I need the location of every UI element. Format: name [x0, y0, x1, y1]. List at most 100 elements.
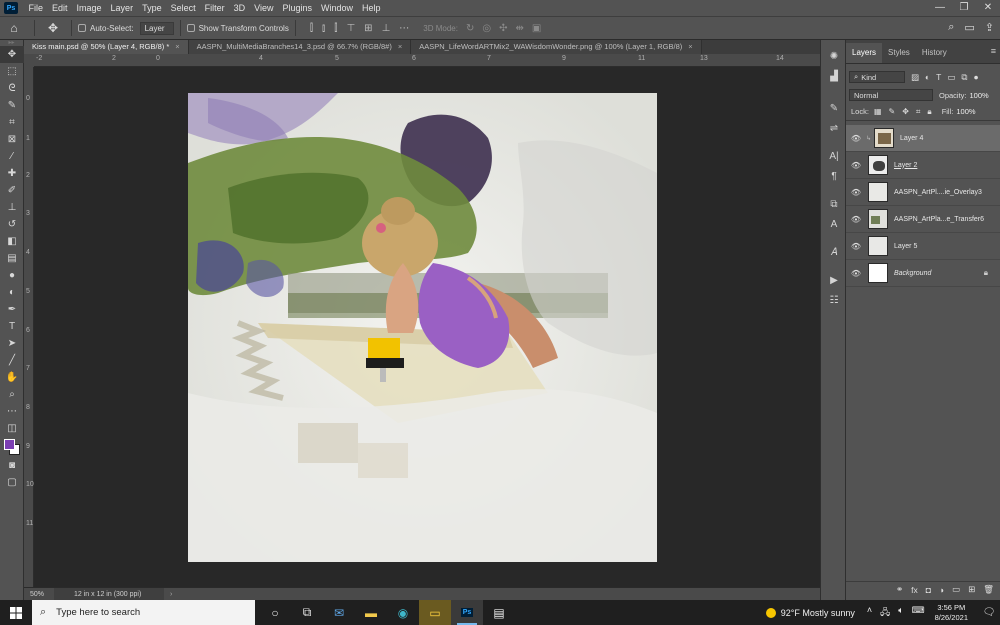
close-window-button[interactable]: ✕	[976, 0, 1000, 16]
minimize-button[interactable]: —	[928, 0, 952, 16]
horizontal-ruler[interactable]: -2 0 2 4 5 6 7 9 11 13 14	[34, 54, 820, 67]
keyboard-icon[interactable]: ⌨︎	[912, 605, 925, 621]
hand-tool-icon[interactable]: ✋	[0, 369, 24, 386]
panel-menu-icon[interactable]: ≡	[991, 46, 996, 56]
tab-kiss-main[interactable]: Kiss main.psd @ 50% (Layer 4, RGB/8) * ×	[24, 40, 189, 54]
layer-name[interactable]: Layer 5	[894, 243, 917, 250]
taskbar-clock[interactable]: 3:56 PM 8/26/2021	[935, 603, 968, 623]
quick-select-tool-icon[interactable]: ✎	[0, 97, 24, 114]
distribute-icon[interactable]: ⋯	[399, 23, 409, 34]
visibility-eye-icon[interactable]: 👁︎	[846, 134, 866, 143]
close-tab-icon[interactable]: ×	[688, 40, 692, 54]
actions-play-icon[interactable]: ▶	[821, 270, 847, 290]
weather-widget[interactable]: 92°F Mostly sunny	[765, 607, 855, 618]
file-explorer-icon[interactable]: ▬	[355, 600, 387, 625]
shape-filter-icon[interactable]: ▭	[947, 72, 955, 83]
kind-filter-dropdown[interactable]: ⌕ Kind	[849, 71, 905, 83]
filter-toggle-icon[interactable]: ●	[973, 72, 978, 83]
align-right-icon[interactable]: ⫿	[334, 23, 337, 34]
path-selection-tool-icon[interactable]: ➤	[0, 335, 24, 352]
tab-styles[interactable]: Styles	[882, 43, 916, 63]
lock-image-icon[interactable]: ✎	[889, 107, 896, 117]
menu-edit[interactable]: Edit	[48, 0, 73, 16]
vertical-ruler[interactable]: 0 1 2 3 4 5 6 7 8 9 10 11	[24, 67, 34, 587]
3d-slide-icon[interactable]: ⇹	[515, 23, 523, 34]
canvas-workspace[interactable]	[34, 67, 820, 587]
layer-row-transfer6[interactable]: 👁︎ AASPN_ArtPla...e_Transfer6	[846, 206, 1000, 233]
menu-view[interactable]: View	[250, 0, 278, 16]
zoom-tool-icon[interactable]: ⌕	[0, 386, 24, 403]
close-tab-icon[interactable]: ×	[175, 40, 179, 54]
opacity-input[interactable]: 100%	[970, 91, 989, 100]
visibility-eye-icon[interactable]: 👁︎	[846, 269, 866, 278]
brush-settings-icon[interactable]: ✎	[821, 98, 847, 118]
photoshop-logo-icon[interactable]: Ps	[4, 2, 18, 14]
zoom-level[interactable]: 50%	[24, 591, 54, 598]
brush-tool-icon[interactable]: ✐	[0, 182, 24, 199]
ruler-corner[interactable]	[24, 54, 34, 67]
document-canvas[interactable]	[188, 93, 657, 562]
clone-source-icon[interactable]: ⧉	[821, 194, 847, 214]
smart-object-filter-icon[interactable]: ⧉	[961, 72, 967, 83]
3d-scale-icon[interactable]: ▣	[532, 23, 541, 34]
visibility-eye-icon[interactable]: 👁︎	[846, 161, 866, 170]
layer-name[interactable]: AASPN_ArtPla...e_Transfer6	[894, 216, 984, 223]
photoshop-taskbar-icon[interactable]: Ps	[451, 600, 483, 625]
tab-multimedia-branches[interactable]: AASPN_MultiMediaBranches14_3.psd @ 66.7%…	[188, 40, 412, 54]
menu-layer[interactable]: Layer	[106, 0, 138, 16]
paragraph-icon[interactable]: ¶	[821, 166, 847, 186]
layer-row-overlay3[interactable]: 👁︎ AASPN_ArtPl....ie_Overlay3	[846, 179, 1000, 206]
layer-row-layer-5[interactable]: 👁︎ Layer 5	[846, 233, 1000, 260]
adjustment-filter-icon[interactable]: ◐	[925, 72, 930, 83]
visibility-eye-icon[interactable]: 👁︎	[846, 242, 866, 251]
quick-mask-icon[interactable]: ◙	[0, 457, 24, 474]
menu-select[interactable]: Select	[166, 0, 200, 16]
tab-lifeword-artmix[interactable]: AASPN_LifeWordARTMix2_WAWisdomWonder.png…	[411, 40, 702, 54]
auto-select-toggle[interactable]: Auto-Select:	[78, 24, 134, 33]
tab-history[interactable]: History	[916, 43, 953, 63]
visibility-eye-icon[interactable]: 👁︎	[846, 188, 866, 197]
layer-name[interactable]: Background	[894, 270, 931, 277]
mail-icon[interactable]: ✉	[323, 600, 355, 625]
status-menu-arrow[interactable]: ›	[170, 591, 172, 598]
clone-stamp-tool-icon[interactable]: ⊥	[0, 199, 24, 216]
show-transform-checkbox[interactable]	[186, 24, 195, 32]
healing-brush-tool-icon[interactable]: ✚	[0, 165, 24, 182]
glyphs-icon[interactable]: 𝐴	[821, 242, 847, 262]
search-icon[interactable]: ⌕	[948, 21, 954, 34]
close-tab-icon[interactable]: ×	[398, 40, 402, 54]
notifications-icon[interactable]: 🗨︎	[978, 607, 1000, 618]
history-brush-tool-icon[interactable]: ↺	[0, 216, 24, 233]
lock-position-icon[interactable]: ✥	[902, 107, 909, 117]
screen-mode-icon[interactable]: ▢	[0, 474, 24, 491]
lock-artboard-icon[interactable]: ⌗	[916, 107, 921, 117]
styles-icon[interactable]: A	[821, 214, 847, 234]
network-icon[interactable]: 🖧︎	[880, 605, 890, 621]
lasso-tool-icon[interactable]: ᘓ	[0, 80, 24, 97]
marquee-tool-icon[interactable]: ⬚	[0, 63, 24, 80]
3d-drag-icon[interactable]: ✣	[499, 23, 507, 34]
dodge-tool-icon[interactable]: ◐	[0, 284, 24, 301]
new-layer-icon[interactable]: ⊞	[968, 584, 975, 595]
default-colors-icon[interactable]: ◫	[0, 420, 24, 437]
cortana-icon[interactable]: ○	[259, 600, 291, 625]
histogram-icon[interactable]: ▟	[821, 66, 847, 86]
move-tool-preset-icon[interactable]: ✥	[41, 21, 65, 35]
frame-tool-icon[interactable]: ⊠	[0, 131, 24, 148]
3d-roll-icon[interactable]: ◎	[482, 23, 491, 34]
show-transform-toggle[interactable]: Show Transform Controls	[186, 24, 289, 33]
3d-rotate-icon[interactable]: ↻	[466, 23, 474, 34]
taskbar-search-input[interactable]: ⌕ Type here to search	[32, 600, 255, 625]
menu-file[interactable]: File	[24, 0, 48, 16]
type-tool-icon[interactable]: T	[0, 318, 24, 335]
layer-row-background[interactable]: 👁︎ Background 🔒︎	[846, 260, 1000, 287]
align-left-icon[interactable]: ⫿	[310, 23, 313, 34]
menu-plugins[interactable]: Plugins	[278, 0, 317, 16]
blend-mode-dropdown[interactable]: Normal	[849, 89, 933, 101]
character-icon[interactable]: A|	[821, 146, 847, 166]
adjustments-icon[interactable]: ⇌	[821, 118, 847, 138]
fill-input[interactable]: 100%	[956, 107, 975, 116]
foreground-color-swatch[interactable]	[4, 439, 15, 450]
home-icon[interactable]: ⌂	[0, 21, 28, 35]
move-tool-icon[interactable]: ✥	[0, 46, 24, 63]
